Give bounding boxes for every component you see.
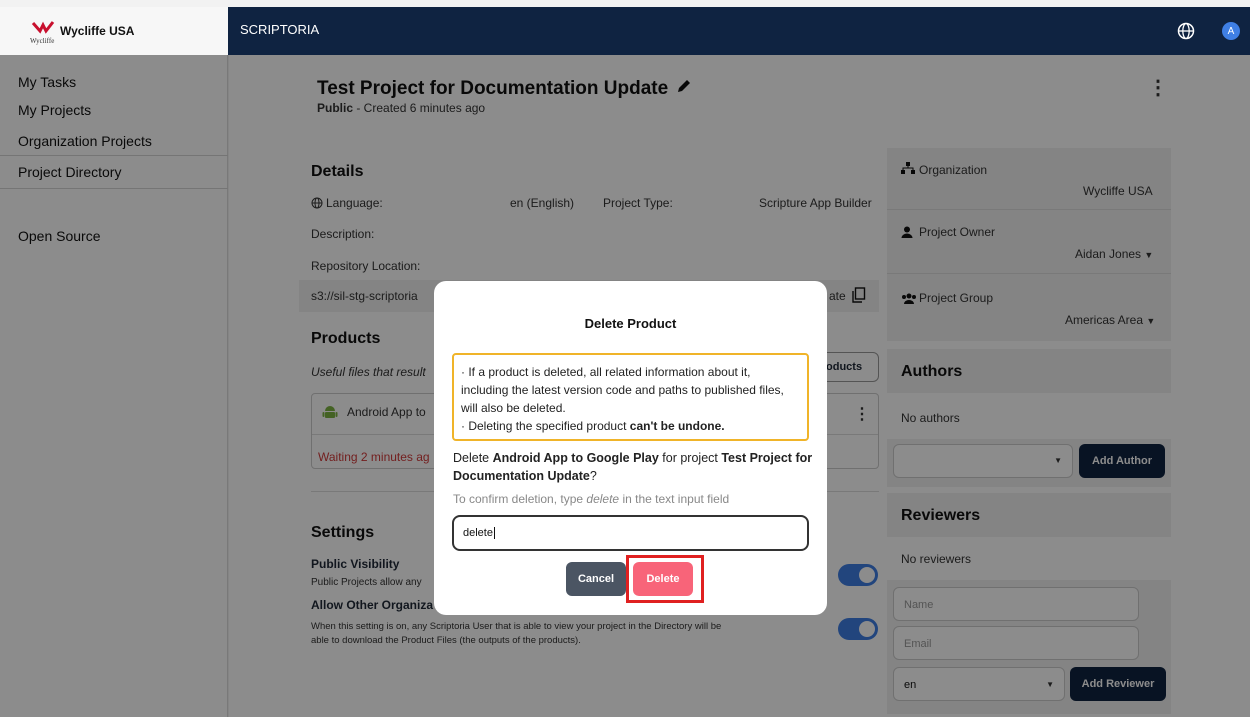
- warning-line-2: · Deleting the specified product can't b…: [461, 419, 725, 433]
- org-logo[interactable]: Wycliffe Wycliffe USA: [0, 7, 228, 55]
- top-bar: Wycliffe Wycliffe USA SCRIPTORIA A: [0, 7, 1250, 55]
- delete-button-highlight: [626, 555, 704, 603]
- wycliffe-logo-icon: Wycliffe: [30, 19, 54, 45]
- confirm-question: Delete Android App to Google Play for pr…: [453, 451, 813, 483]
- cancel-button[interactable]: Cancel: [566, 562, 626, 596]
- dialog-title: Delete Product: [584, 316, 677, 331]
- svg-text:Wycliffe: Wycliffe: [30, 37, 54, 45]
- warning-box: · If a product is deleted, all related i…: [452, 353, 809, 441]
- user-avatar[interactable]: A: [1222, 22, 1240, 40]
- delete-product-dialog: Delete Product · If a product is deleted…: [434, 281, 827, 615]
- confirm-hint: To confirm deletion, type delete in the …: [453, 492, 730, 506]
- org-name: Wycliffe USA: [60, 24, 135, 38]
- confirm-delete-input[interactable]: delete: [452, 515, 809, 551]
- app-title: SCRIPTORIA: [240, 22, 320, 37]
- language-globe-icon[interactable]: [1177, 22, 1195, 40]
- warning-line-1: · If a product is deleted, all related i…: [461, 365, 784, 415]
